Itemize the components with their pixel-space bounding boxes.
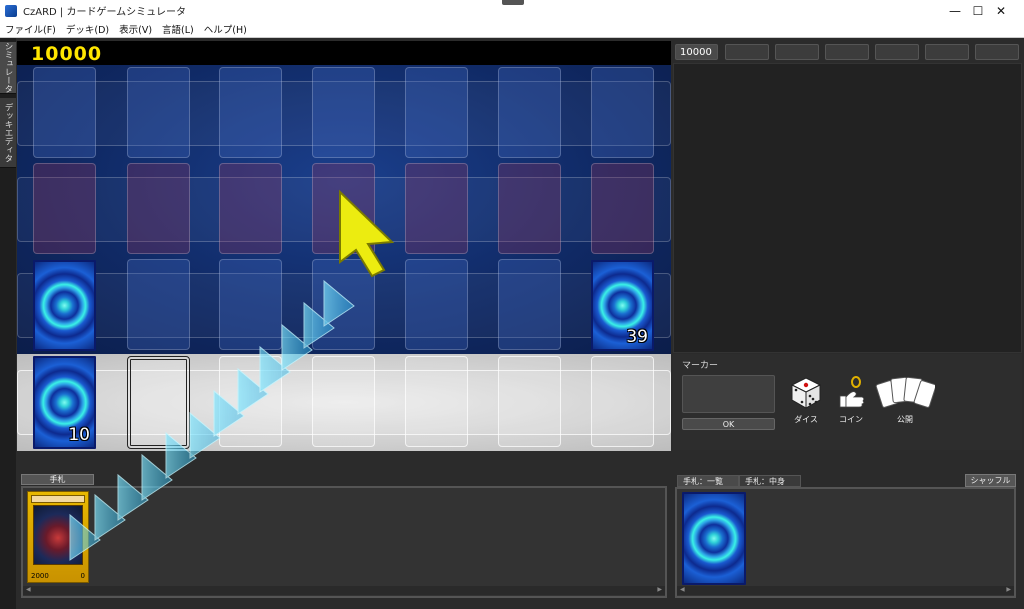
- zone-slot[interactable]: [127, 67, 190, 158]
- marker-input[interactable]: [682, 375, 775, 413]
- reveal-tool[interactable]: 公開: [875, 376, 935, 425]
- menu-language[interactable]: 言語(L): [157, 22, 199, 36]
- zone-slot[interactable]: [312, 259, 375, 350]
- tab-empty[interactable]: [925, 44, 969, 60]
- zone-slot[interactable]: [498, 67, 561, 158]
- title-bar: CzARD | カードゲームシミュレータ — ☐ ✕: [0, 0, 1024, 21]
- shuffle-button[interactable]: シャッフル: [965, 474, 1016, 487]
- coin-tool[interactable]: コイン: [834, 376, 868, 425]
- card-name-bar: [31, 495, 85, 503]
- scroll-right-icon[interactable]: ▶: [657, 586, 662, 593]
- reveal-cards-icon: [875, 376, 935, 408]
- zone-slot[interactable]: [405, 163, 468, 254]
- title-grip[interactable]: [502, 0, 524, 5]
- tab-empty[interactable]: [725, 44, 769, 60]
- zone-slot[interactable]: [498, 163, 561, 254]
- tab-empty[interactable]: [825, 44, 869, 60]
- tab-life-points[interactable]: 10000: [675, 44, 718, 60]
- tools-panel: マーカー OK ダイス コイン 公開: [673, 354, 1022, 450]
- tab-hand-list[interactable]: 手札：一覧: [677, 475, 739, 487]
- zone-slot[interactable]: [219, 259, 282, 350]
- ok-button[interactable]: OK: [682, 418, 775, 430]
- zone-slot[interactable]: [498, 259, 561, 350]
- coin-label: コイン: [839, 415, 863, 424]
- opponent-extra-deck[interactable]: 39: [591, 260, 654, 351]
- deck-count: 39: [626, 327, 648, 347]
- zone-slot[interactable]: [312, 356, 375, 447]
- tab-simulator[interactable]: シミュレータ: [0, 42, 16, 94]
- hand-preview-scrollbar[interactable]: ◀ ▶: [677, 586, 1014, 595]
- menu-bar: ファイル(F) デッキ(D) 表示(V) 言語(L) ヘルプ(H): [0, 21, 1024, 38]
- zone-slot[interactable]: [33, 67, 96, 158]
- tab-hand-content[interactable]: 手札：中身: [739, 475, 801, 487]
- player-field: 10: [17, 354, 671, 451]
- menu-file[interactable]: ファイル(F): [0, 22, 61, 36]
- marker-label: マーカー: [682, 361, 719, 371]
- zone-slot[interactable]: [219, 163, 282, 254]
- app-logo-icon: [5, 4, 17, 17]
- card-def: 0: [80, 572, 85, 580]
- zone-slot[interactable]: [591, 356, 654, 447]
- hand-preview-card[interactable]: [682, 492, 746, 585]
- zone-slot[interactable]: [498, 356, 561, 447]
- deck-count: 10: [68, 425, 90, 445]
- tab-deck-editor[interactable]: デッキエディタ: [0, 98, 16, 168]
- zone-slot[interactable]: [591, 67, 654, 158]
- zone-slot[interactable]: [591, 163, 654, 254]
- menu-help[interactable]: ヘルプ(H): [199, 22, 252, 36]
- zone-slot[interactable]: [33, 163, 96, 254]
- dice-tool[interactable]: ダイス: [789, 376, 823, 425]
- zone-slot[interactable]: [312, 163, 375, 254]
- tab-empty[interactable]: [775, 44, 819, 60]
- hand-scrollbar[interactable]: ◀ ▶: [23, 586, 665, 595]
- life-points-bar: 10000: [17, 41, 671, 65]
- window-title: CzARD | カードゲームシミュレータ: [23, 7, 186, 18]
- coin-flip-icon: [839, 376, 865, 408]
- zone-slot[interactable]: [405, 67, 468, 158]
- close-button[interactable]: ✕: [978, 0, 1024, 21]
- dice-label: ダイス: [794, 415, 818, 424]
- player-deck-card[interactable]: 10: [33, 356, 96, 449]
- zone-slot[interactable]: [219, 356, 282, 447]
- zone-slot[interactable]: [127, 163, 190, 254]
- side-tab-strip: シミュレータ デッキエディタ: [0, 38, 16, 609]
- dice-icon: [790, 377, 822, 409]
- hand-preview-area[interactable]: [675, 487, 1016, 598]
- zone-slot[interactable]: [127, 259, 190, 350]
- zone-slot[interactable]: [405, 259, 468, 350]
- hand-header[interactable]: 手札: [21, 474, 94, 485]
- opponent-field: 39: [17, 65, 671, 354]
- menu-deck[interactable]: デッキ(D): [61, 22, 114, 36]
- tab-empty[interactable]: [975, 44, 1019, 60]
- scroll-left-icon[interactable]: ◀: [680, 586, 685, 593]
- opponent-deck-card[interactable]: [33, 260, 96, 351]
- menu-view[interactable]: 表示(V): [114, 22, 157, 36]
- log-panel[interactable]: [673, 63, 1022, 353]
- card-atk: 2000: [31, 572, 49, 580]
- zone-slot-selected[interactable]: [127, 356, 190, 449]
- zone-slot[interactable]: [312, 67, 375, 158]
- scroll-left-icon[interactable]: ◀: [26, 586, 31, 593]
- life-points: 10000: [31, 43, 103, 65]
- hand-card[interactable]: 2000 0: [27, 491, 89, 583]
- card-artwork: [33, 505, 83, 565]
- zone-slot[interactable]: [405, 356, 468, 447]
- hand-area[interactable]: [21, 486, 667, 598]
- reveal-label: 公開: [897, 415, 913, 424]
- zone-slot[interactable]: [219, 67, 282, 158]
- scroll-right-icon[interactable]: ▶: [1006, 586, 1011, 593]
- tab-empty[interactable]: [875, 44, 919, 60]
